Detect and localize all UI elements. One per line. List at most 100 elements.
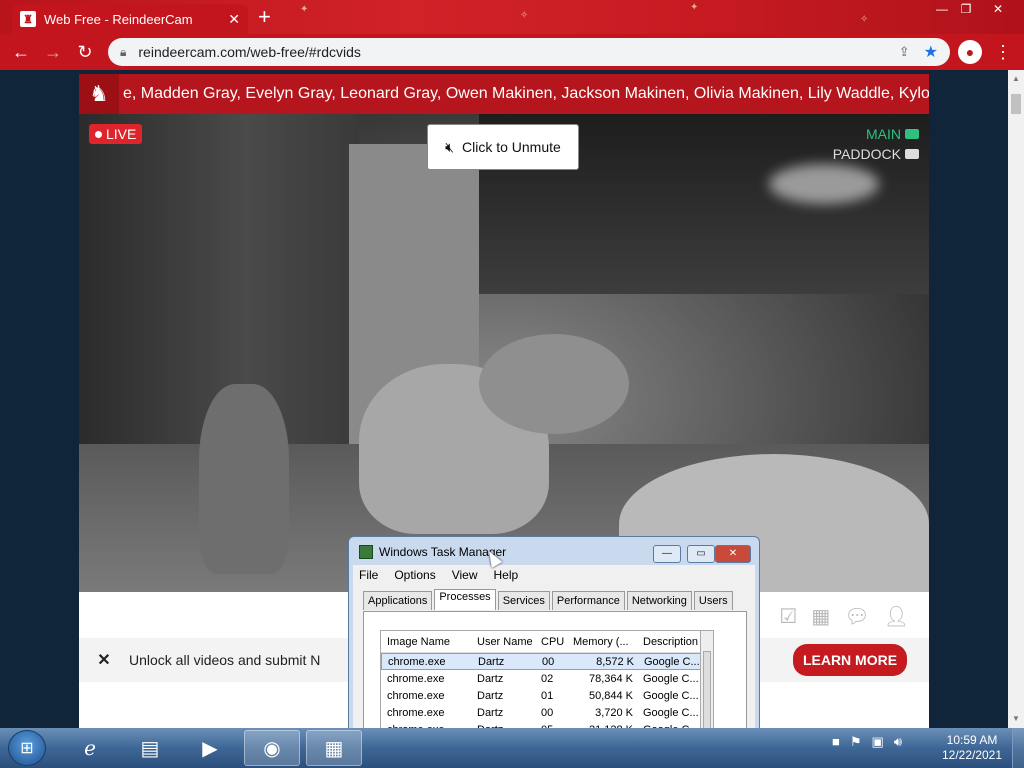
process-user-name: Dartz: [478, 655, 505, 668]
action-center-icon[interactable]: ⚑: [850, 734, 862, 750]
reindeercam-favicon-icon: ♜: [20, 11, 36, 27]
file-explorer-icon[interactable]: ▤: [122, 730, 178, 766]
process-table-header: Image Name User Name CPU Memory (... Des…: [381, 631, 713, 653]
col-description[interactable]: Description: [637, 636, 709, 648]
browser-menu-icon[interactable]: ⋮: [994, 40, 1012, 64]
menu-file[interactable]: File: [353, 568, 388, 582]
process-cpu: 01: [541, 689, 554, 702]
address-bar[interactable]: 🔒︎ reindeercam.com/web-free/#rdcvids ⇪ ★: [108, 38, 950, 66]
learn-more-button[interactable]: LEARN MORE: [793, 644, 907, 676]
system-tray: ■ ⚑ ▣ 🔊︎: [832, 734, 902, 750]
calendar-icon[interactable]: ▦: [811, 604, 830, 629]
window-restore-button[interactable]: ❐: [952, 2, 980, 18]
profile-avatar-icon[interactable]: ●: [958, 40, 982, 64]
tab-performance[interactable]: Performance: [551, 591, 625, 610]
scroll-up-icon[interactable]: ▲: [1008, 74, 1024, 83]
col-cpu[interactable]: CPU: [535, 636, 567, 648]
light-glare: [769, 164, 879, 204]
menu-view[interactable]: View: [446, 568, 488, 582]
process-image-name: chrome.exe: [387, 706, 445, 719]
new-tab-plus-icon[interactable]: +: [258, 6, 271, 28]
share-icon[interactable]: ⇪: [899, 44, 910, 60]
process-user-name: Dartz: [477, 672, 504, 685]
bookmark-star-icon[interactable]: ★: [924, 42, 938, 62]
start-button[interactable]: ⊞: [8, 730, 46, 766]
process-user-name: Dartz: [477, 706, 504, 719]
tm-close-button[interactable]: ✕: [715, 545, 751, 563]
process-memory: 3,720 K: [595, 706, 633, 719]
video-camera-icon: [905, 149, 919, 159]
tab-networking[interactable]: Networking: [626, 591, 692, 610]
menu-help[interactable]: Help: [488, 568, 529, 582]
chrome-taskbar-icon[interactable]: ◉: [244, 730, 300, 766]
col-user-name[interactable]: User Name: [471, 636, 535, 648]
camera-paddock-label: PADDOCK: [832, 146, 901, 162]
clock-date: 12/22/2021: [941, 748, 1003, 762]
process-memory: 8,572 K: [596, 655, 634, 668]
tab-applications[interactable]: Applications: [363, 591, 433, 610]
process-description: Google C...: [643, 689, 699, 702]
show-desktop-button[interactable]: [1012, 728, 1024, 768]
process-row[interactable]: chrome.exe Dartz 00 3,720 K Google C...: [381, 704, 713, 721]
windows-taskbar: ⊞ ℯ ▤ ▶ ◉ ▦ ■ ⚑ ▣ 🔊︎ 10:59 AM 12/22/2021: [0, 728, 1024, 768]
lock-icon: 🔒︎: [120, 44, 127, 59]
url-text: reindeercam.com/web-free/#rdcvids: [138, 44, 361, 60]
network-icon[interactable]: ▣: [872, 734, 884, 750]
tm-maximize-button[interactable]: ▭: [687, 545, 715, 563]
browser-tab-strip: ✦ ✧ ✦ ✧ ♜ Web Free - ReindeerCam ✕ + — ❐…: [0, 0, 1024, 34]
media-player-icon[interactable]: ▶: [182, 730, 238, 766]
unmute-button[interactable]: 🔇︎ Click to Unmute: [427, 124, 579, 170]
live-badge: LIVE: [89, 124, 143, 144]
process-image-name: chrome.exe: [387, 689, 445, 702]
process-cpu: 02: [541, 672, 554, 685]
task-manager-taskbar-icon[interactable]: ▦: [306, 730, 362, 766]
col-image-name[interactable]: Image Name: [381, 636, 471, 648]
tm-tabs: Applications Processes Services Performa…: [353, 589, 755, 610]
tab-processes[interactable]: Processes: [434, 589, 496, 610]
process-user-name: Dartz: [477, 689, 504, 702]
page-scrollbar[interactable]: ▲ ▼: [1008, 70, 1024, 728]
video-camera-icon: [905, 129, 919, 139]
menu-options[interactable]: Options: [388, 568, 445, 582]
reload-icon[interactable]: ↻: [72, 40, 98, 64]
process-row[interactable]: chrome.exe Dartz 01 50,844 K Google C...: [381, 687, 713, 704]
close-icon[interactable]: ✕: [79, 650, 129, 670]
live-video-player[interactable]: LIVE 🔇︎ Click to Unmute MAIN PADDOCK: [79, 114, 929, 592]
scroll-down-icon[interactable]: ▼: [1008, 714, 1024, 723]
chat-icon[interactable]: 💬︎: [844, 604, 869, 629]
tm-minimize-button[interactable]: —: [653, 545, 681, 563]
volume-icon[interactable]: 🔊︎: [894, 734, 902, 750]
browser-tab[interactable]: ♜ Web Free - ReindeerCam ✕: [12, 4, 248, 34]
internet-explorer-icon[interactable]: ℯ: [62, 730, 118, 766]
tab-close-icon[interactable]: ✕: [228, 11, 240, 28]
live-label: LIVE: [106, 126, 137, 142]
scrollbar-thumb[interactable]: [1011, 94, 1021, 114]
forward-arrow-icon[interactable]: →: [40, 40, 66, 64]
clock-time: 10:59 AM: [946, 733, 998, 747]
camera-paddock-link[interactable]: PADDOCK: [833, 146, 919, 162]
tray-app-icon[interactable]: ■: [832, 734, 840, 750]
ticker-names: e, Madden Gray, Evelyn Gray, Leonard Gra…: [123, 85, 929, 102]
reindeer-logo-icon[interactable]: ♞: [79, 74, 119, 114]
task-manager-app-icon: [359, 545, 373, 559]
camera-main-link[interactable]: MAIN: [866, 126, 919, 142]
taskbar-clock[interactable]: 10:59 AM 12/22/2021: [940, 733, 1004, 763]
tab-services[interactable]: Services: [497, 591, 550, 610]
camera-main-label: MAIN: [866, 126, 901, 142]
user-icon[interactable]: 👤︎: [884, 604, 909, 629]
process-cpu: 00: [542, 655, 555, 668]
process-image-name: chrome.exe: [388, 655, 446, 668]
process-description: Google C...: [643, 706, 699, 719]
process-image-name: chrome.exe: [387, 672, 445, 685]
col-memory[interactable]: Memory (...: [567, 636, 637, 648]
process-row[interactable]: chrome.exe Dartz 02 78,364 K Google C...: [381, 670, 713, 687]
process-memory: 50,844 K: [588, 689, 633, 702]
reindeer-back: [479, 334, 629, 434]
process-cpu: 00: [541, 706, 554, 719]
back-arrow-icon[interactable]: ←: [8, 40, 34, 64]
checkbox-icon[interactable]: ☑: [779, 604, 797, 629]
window-close-button[interactable]: ✕: [984, 2, 1012, 18]
tab-users[interactable]: Users: [693, 591, 733, 610]
unmute-label: Click to Unmute: [462, 139, 561, 155]
process-row[interactable]: chrome.exe Dartz 00 8,572 K Google C...: [381, 653, 713, 670]
